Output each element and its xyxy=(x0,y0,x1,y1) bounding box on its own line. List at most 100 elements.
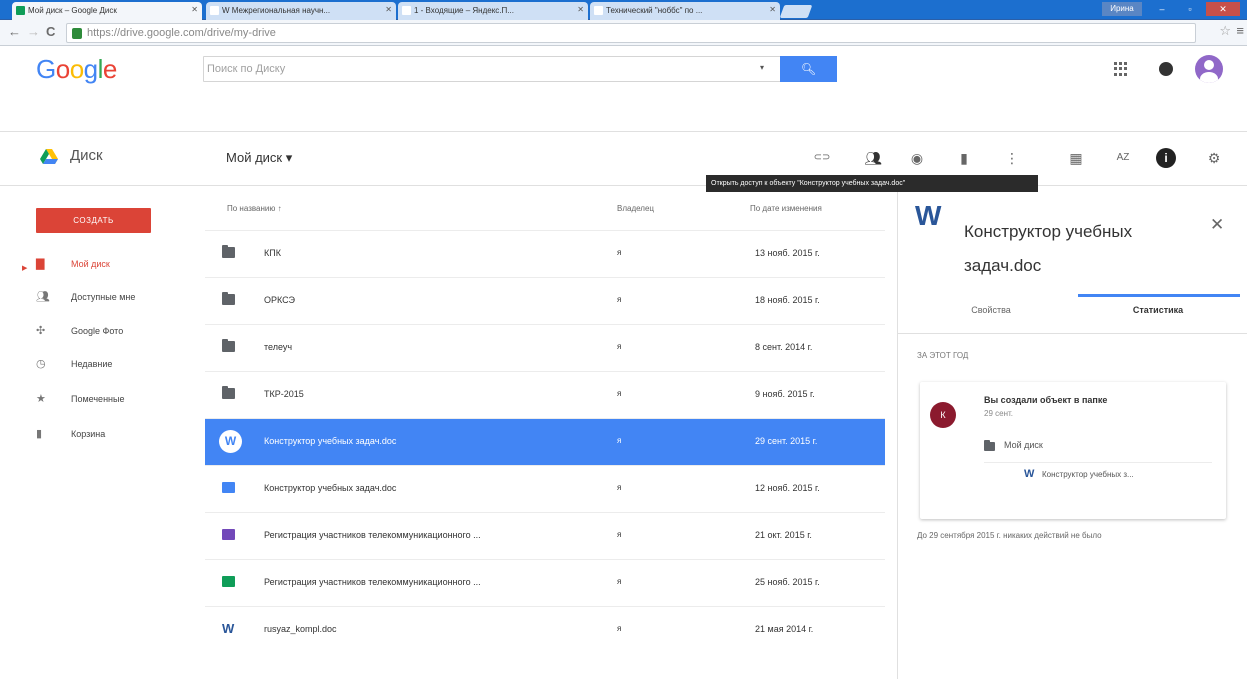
info-icon[interactable]: i xyxy=(1156,148,1176,168)
close-tab-icon[interactable]: ✕ xyxy=(191,5,198,14)
sort-az-icon[interactable]: AZ xyxy=(1112,148,1134,168)
notifications-icon[interactable] xyxy=(1159,62,1173,76)
trash-icon[interactable]: ▮ xyxy=(953,148,975,168)
table-row[interactable]: КПК я 13 нояб. 2015 г. xyxy=(205,230,885,277)
google-sheet-icon xyxy=(222,576,235,587)
file-list: По названию ↑ Владелец По дате изменения… xyxy=(205,187,898,679)
folder-icon xyxy=(222,339,235,352)
drive-toolbar: Диск Мой диск ▾ ⊂⊃ 👥︎ ◉ ▮ ⋮ ▦ AZ i ⚙ xyxy=(0,132,1247,186)
active-tab-indicator xyxy=(1078,294,1240,297)
search-button[interactable]: 🔍︎ xyxy=(780,56,837,82)
share-icon[interactable]: 👥︎ xyxy=(862,148,884,168)
browser-tab-4[interactable]: Технический "ноббс" по ... ✕ xyxy=(590,2,780,20)
preview-icon[interactable]: ◉ xyxy=(906,148,928,168)
browser-tab-bar: Мой диск – Google Диск ✕ W Межрегиональн… xyxy=(0,0,1247,20)
activity-card: К Вы создали объект в папке 29 сент. Мой… xyxy=(920,382,1226,519)
bookmark-star-icon[interactable]: ☆ xyxy=(1219,23,1231,39)
divider xyxy=(898,333,1247,334)
close-tab-icon[interactable]: ✕ xyxy=(769,5,776,14)
avatar: К xyxy=(930,402,956,428)
more-actions-icon[interactable]: ⋮ xyxy=(1001,148,1023,168)
divider xyxy=(984,462,1212,463)
back-icon[interactable]: ← xyxy=(8,24,21,39)
browser-menu-icon[interactable]: ≡ xyxy=(1236,23,1244,38)
no-activity-note: До 29 сентября 2015 г. никаких действий … xyxy=(917,531,1102,540)
close-window-icon[interactable]: ✕ xyxy=(1206,2,1240,16)
settings-icon[interactable]: ⚙ xyxy=(1203,148,1225,168)
word-doc-icon: W xyxy=(219,430,242,453)
url-input[interactable]: https://drive.google.com/drive/my-drive xyxy=(66,23,1196,43)
maximize-window-icon[interactable]: ▫ xyxy=(1178,2,1202,16)
table-row-selected[interactable]: W Конструктор учебных задач.doc я 29 сен… xyxy=(205,418,885,465)
tab-activity[interactable]: Статистика xyxy=(1103,305,1213,315)
page-favicon-icon xyxy=(594,6,603,15)
apps-grid-icon[interactable] xyxy=(1114,62,1128,76)
forward-icon[interactable]: → xyxy=(27,24,40,39)
browser-tab-2[interactable]: W Межрегиональная научн... ✕ xyxy=(206,2,396,20)
new-tab-button[interactable] xyxy=(779,5,813,18)
create-button[interactable]: СОЗДАТЬ xyxy=(36,208,151,233)
column-header-owner: Владелец xyxy=(617,204,655,213)
sidebar-item-photos[interactable]: ✣ Google Фото xyxy=(36,324,196,340)
url-text: https://drive.google.com/drive/my-drive xyxy=(87,27,276,39)
activity-file[interactable]: Конструктор учебных з... xyxy=(1042,470,1134,479)
page-favicon-icon xyxy=(402,6,411,15)
window-user-badge[interactable]: Ирина xyxy=(1102,2,1142,16)
my-drive-icon: ▇ xyxy=(36,258,45,270)
breadcrumb[interactable]: Мой диск ▾ xyxy=(226,150,292,166)
details-panel: W Конструктор учебных задач.doc ✕ Свойст… xyxy=(898,187,1247,679)
google-logo[interactable]: Google xyxy=(36,54,117,85)
browser-tab-drive[interactable]: Мой диск – Google Диск ✕ xyxy=(12,2,202,20)
trash-icon: ▮ xyxy=(36,428,43,440)
table-row[interactable]: телеуч я 8 сент. 2014 г. xyxy=(205,324,885,371)
drive-logo-icon[interactable] xyxy=(40,149,58,165)
browser-tab-3[interactable]: 1 - Входящие – Яндекс.П... ✕ xyxy=(398,2,588,20)
minimize-window-icon[interactable]: – xyxy=(1150,2,1174,16)
table-row[interactable]: ОРКСЭ я 18 нояб. 2015 г. xyxy=(205,277,885,324)
reload-icon[interactable]: C xyxy=(46,24,55,39)
photos-pinwheel-icon: ✣ xyxy=(36,325,46,337)
folder-icon xyxy=(222,386,235,399)
word-doc-icon: W xyxy=(222,621,235,636)
column-header-name[interactable]: По названию ↑ xyxy=(227,187,282,230)
get-link-icon[interactable]: ⊂⊃ xyxy=(811,148,833,168)
activity-text: Вы создали объект в папке xyxy=(984,395,1108,405)
close-tab-icon[interactable]: ✕ xyxy=(577,5,584,14)
close-tab-icon[interactable]: ✕ xyxy=(385,5,392,14)
left-navigation: СОЗДАТЬ ▇ Мой диск 👥︎ Доступные мне ✣ Go… xyxy=(0,187,205,679)
table-row[interactable]: ТКР-2015 я 9 нояб. 2015 г. xyxy=(205,371,885,418)
clock-icon: ◷ xyxy=(36,358,46,370)
table-row[interactable]: W rusyaz_kompl.doc я 21 мая 2014 г. xyxy=(205,606,885,653)
grid-view-icon[interactable]: ▦ xyxy=(1065,148,1087,168)
drive-favicon-icon xyxy=(16,6,25,15)
search-input[interactable]: Поиск по Диску xyxy=(207,63,285,75)
sidebar-item-recent[interactable]: ◷ Недавние xyxy=(36,357,196,373)
search-options-dropdown-icon[interactable]: ▾ xyxy=(760,63,764,72)
word-file-icon: W xyxy=(915,200,942,231)
sidebar-item-shared[interactable]: 👥︎ Доступные мне xyxy=(36,290,196,306)
activity-period-label: ЗА ЭТОТ ГОД xyxy=(917,351,969,360)
star-icon: ★ xyxy=(36,393,46,405)
table-row[interactable]: Регистрация участников телекоммуникацион… xyxy=(205,512,885,559)
column-header-modified[interactable]: По дате изменения xyxy=(750,187,822,230)
tab-properties[interactable]: Свойства xyxy=(936,305,1046,315)
close-details-icon[interactable]: ✕ xyxy=(1210,215,1224,235)
folder-icon xyxy=(222,292,235,305)
account-avatar[interactable] xyxy=(1195,55,1223,83)
sidebar-item-starred[interactable]: ★ Помеченные xyxy=(36,392,196,408)
word-doc-icon: W xyxy=(1024,468,1035,480)
table-row[interactable]: Конструктор учебных задач.doc я 12 нояб.… xyxy=(205,465,885,512)
page-favicon-icon xyxy=(210,6,219,15)
drive-search-box[interactable]: Поиск по Диску ▾ 🔍︎ xyxy=(203,56,837,82)
app-title[interactable]: Диск xyxy=(70,147,103,164)
table-row[interactable]: Регистрация участников телекоммуникацион… xyxy=(205,559,885,606)
folder-icon xyxy=(222,245,235,258)
activity-folder[interactable]: Мой диск xyxy=(1004,440,1043,450)
sidebar-item-trash[interactable]: ▮ Корзина xyxy=(36,427,196,443)
expand-caret-icon[interactable]: ▶ xyxy=(22,264,27,272)
folder-icon xyxy=(984,440,995,451)
google-header: Google Поиск по Диску ▾ 🔍︎ xyxy=(0,46,1247,132)
search-icon: 🔍︎ xyxy=(800,62,817,76)
sidebar-item-my-drive[interactable]: ▇ Мой диск xyxy=(36,257,196,273)
activity-date: 29 сент. xyxy=(984,409,1013,418)
